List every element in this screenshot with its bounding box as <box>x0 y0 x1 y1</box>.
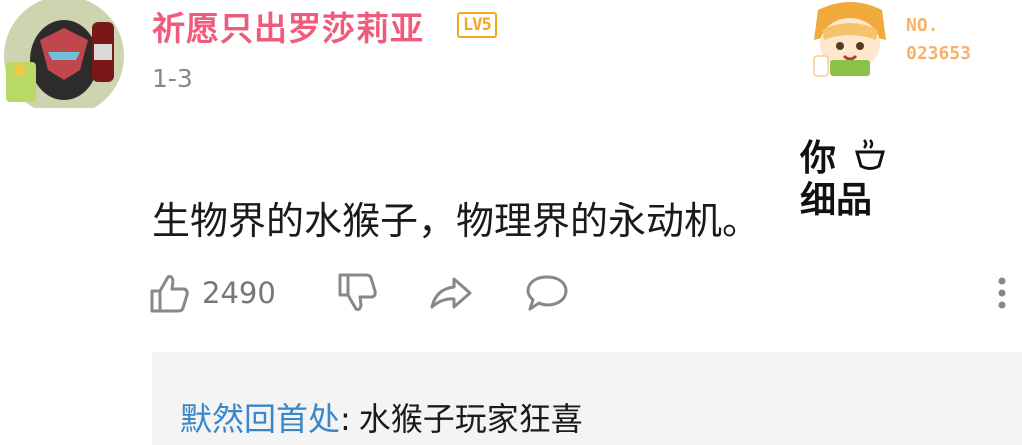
reply-preview[interactable]: 默然回首处: 水猴子玩家狂喜 <box>152 352 1022 445</box>
reply-text: 水猴子玩家狂喜 <box>358 400 583 438</box>
user-avatar[interactable] <box>0 0 128 108</box>
fan-badge-number: NO. 023653 <box>906 12 971 68</box>
comment-bubble-icon <box>526 275 568 311</box>
level-badge: LV5 <box>457 12 497 38</box>
avatar-image <box>4 0 124 108</box>
sticker-text-line2: 细品 <box>800 180 873 221</box>
reply-separator: : <box>340 400 351 438</box>
fan-badge[interactable]: NO. 023653 <box>800 0 1022 78</box>
like-button[interactable]: 2490 <box>148 268 276 318</box>
thumbs-up-icon <box>150 275 189 313</box>
reply-author[interactable]: 默然回首处 <box>180 400 340 438</box>
reply-button[interactable] <box>524 268 570 318</box>
floor-number: 1-3 <box>152 64 193 93</box>
fan-character-icon <box>813 2 886 77</box>
sticker-text-line1: 你 <box>800 138 837 179</box>
more-options-icon[interactable] <box>995 275 1009 315</box>
teacup-icon <box>855 139 885 170</box>
username[interactable]: 祈愿只出罗莎莉亚 <box>152 2 424 50</box>
like-count: 2490 <box>202 276 276 310</box>
emoji-sticker: 你 细品 <box>800 138 890 234</box>
share-arrow-icon <box>430 277 472 309</box>
fan-badge-digits: 023653 <box>906 43 972 64</box>
dislike-button[interactable] <box>336 268 380 318</box>
fan-badge-prefix: NO. <box>906 15 939 36</box>
thumbs-down-icon <box>338 273 377 311</box>
action-bar: 2490 <box>148 268 748 318</box>
share-button[interactable] <box>428 268 474 318</box>
reply-line: 默然回首处: 水猴子玩家狂喜 <box>180 394 583 440</box>
comment-text: 生物界的水猴子，物理界的永动机。 <box>152 199 761 243</box>
